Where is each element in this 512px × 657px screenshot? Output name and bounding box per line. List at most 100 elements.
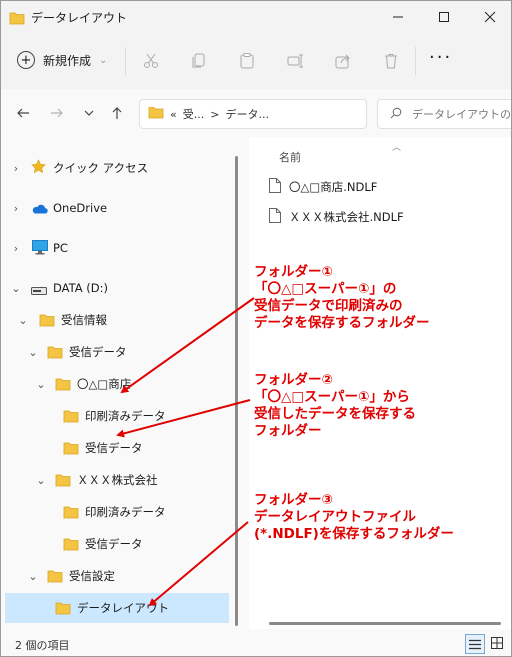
annotation-line: データレイアウトファイル bbox=[254, 509, 416, 525]
details-view-icon[interactable] bbox=[465, 634, 485, 654]
tree-label: データレイアウト bbox=[77, 601, 169, 615]
file-item[interactable]: ＸＸＸ株式会社.NDLF bbox=[269, 205, 404, 229]
more-options-icon[interactable]: ··· bbox=[429, 47, 452, 68]
annotation-folder-3: フォルダー③ データレイアウトファイル (*.NDLF)を保存するフォルダー bbox=[254, 492, 454, 543]
tree-label: 受信設定 bbox=[69, 569, 115, 583]
tree-item-selected-folder[interactable]: データレイアウト bbox=[5, 593, 229, 623]
content-scrollbar[interactable] bbox=[269, 622, 501, 625]
tree-label: 受信データ bbox=[85, 537, 143, 551]
breadcrumb-item[interactable]: 受... bbox=[183, 106, 205, 122]
folder-icon bbox=[55, 473, 71, 490]
file-icon bbox=[269, 178, 281, 196]
annotation-line: 受信したデータを保存する bbox=[254, 406, 416, 422]
chevron-down-icon[interactable]: ⌄ bbox=[27, 570, 39, 583]
up-arrow-icon[interactable] bbox=[107, 103, 127, 123]
tree-item-folder[interactable]: ⌄ ＸＸＸ株式会社 bbox=[1, 465, 229, 495]
nav-pane-scrollbar[interactable] bbox=[235, 156, 238, 626]
search-icon bbox=[390, 107, 402, 122]
tree-item-onedrive[interactable]: › OneDrive bbox=[1, 193, 229, 223]
annotation-line: フォルダー② bbox=[254, 372, 333, 388]
annotation-line: フォルダー③ bbox=[254, 492, 333, 508]
cloud-icon bbox=[31, 203, 48, 217]
tree-item-folder[interactable]: 受信データ bbox=[1, 529, 229, 559]
tree-item-quick-access[interactable]: › クイック アクセス bbox=[1, 153, 229, 183]
folder-icon bbox=[63, 537, 79, 554]
folder-icon bbox=[63, 409, 79, 426]
tree-item-data-drive[interactable]: ⌄ DATA (D:) bbox=[1, 273, 229, 303]
search-placeholder: データレイアウトの検索 bbox=[412, 108, 511, 121]
copy-icon[interactable] bbox=[187, 49, 211, 73]
breadcrumb-overflow[interactable]: « bbox=[170, 108, 177, 121]
back-arrow-icon[interactable] bbox=[13, 103, 33, 123]
chevron-down-icon[interactable]: ⌄ bbox=[35, 378, 47, 391]
chevron-down-icon[interactable]: ⌄ bbox=[10, 282, 22, 295]
delete-icon[interactable] bbox=[379, 49, 403, 73]
tree-item-folder[interactable]: 印刷済みデータ bbox=[1, 401, 229, 431]
tree-item-folder[interactable]: ⌄ 受信設定 bbox=[1, 561, 229, 591]
new-button[interactable]: + 新規作成 ⌄ bbox=[17, 47, 107, 73]
annotation-folder-1: フォルダー① 「〇△□スーパー①」の 受信データで印刷済みの データを保存するフ… bbox=[254, 264, 430, 332]
tiles-view-icon[interactable] bbox=[488, 634, 506, 652]
tree-item-folder[interactable]: ⌄ 受信情報 bbox=[1, 305, 229, 335]
star-icon bbox=[31, 159, 46, 177]
file-item[interactable]: 〇△□商店.NDLF bbox=[269, 175, 377, 199]
search-box[interactable]: データレイアウトの検索 bbox=[377, 99, 511, 129]
annotation-line: フォルダー① bbox=[254, 264, 333, 280]
divider bbox=[125, 47, 126, 75]
chevron-right-icon[interactable]: › bbox=[10, 202, 22, 215]
tree-label: OneDrive bbox=[53, 201, 108, 215]
maximize-button[interactable] bbox=[421, 1, 467, 33]
navigation-row: « 受... > データ... データレイアウトの検索 bbox=[1, 89, 511, 137]
folder-icon bbox=[55, 377, 71, 394]
column-header-name[interactable]: 名前 bbox=[279, 149, 301, 165]
window-title: データレイアウト bbox=[31, 11, 128, 25]
folder-icon bbox=[9, 10, 25, 29]
chevron-down-icon: ⌄ bbox=[99, 54, 108, 66]
annotation-line: 受信データで印刷済みの bbox=[254, 298, 403, 314]
file-icon bbox=[269, 208, 281, 226]
navigation-pane: › クイック アクセス › OneDrive › PC ⌄ DATA (D:) … bbox=[1, 137, 233, 629]
tree-label: PC bbox=[53, 241, 68, 255]
rename-icon[interactable] bbox=[283, 49, 307, 73]
address-bar[interactable]: « 受... > データ... bbox=[139, 99, 367, 129]
tree-label: DATA (D:) bbox=[53, 281, 108, 295]
chevron-down-icon[interactable]: ⌄ bbox=[17, 314, 29, 327]
tree-item-folder[interactable]: ⌄ 受信データ bbox=[1, 337, 229, 367]
chevron-down-icon[interactable]: ⌄ bbox=[35, 474, 47, 487]
annotation-line: (*.NDLF)を保存するフォルダー bbox=[254, 526, 454, 542]
status-bar: 2 個の項目 bbox=[1, 629, 511, 656]
chevron-right-icon[interactable]: › bbox=[10, 162, 22, 175]
tree-item-folder[interactable]: 印刷済みデータ bbox=[1, 497, 229, 527]
monitor-icon bbox=[32, 240, 48, 258]
tree-label: ＸＸＸ株式会社 bbox=[77, 473, 158, 487]
new-button-label: 新規作成 bbox=[43, 53, 92, 68]
share-icon[interactable] bbox=[331, 49, 355, 73]
tree-label: 受信情報 bbox=[61, 313, 107, 327]
folder-icon bbox=[148, 106, 164, 122]
breadcrumb-separator: > bbox=[210, 107, 220, 121]
folder-icon bbox=[55, 601, 71, 618]
tree-item-folder[interactable]: 受信データ bbox=[1, 433, 229, 463]
close-button[interactable] bbox=[467, 1, 511, 33]
paste-icon[interactable] bbox=[235, 49, 259, 73]
chevron-right-icon[interactable]: › bbox=[10, 242, 22, 255]
chevron-down-icon[interactable]: ⌄ bbox=[27, 346, 39, 359]
divider bbox=[415, 47, 416, 75]
command-bar: + 新規作成 ⌄ ··· bbox=[1, 33, 511, 90]
forward-arrow-icon[interactable] bbox=[47, 103, 67, 123]
folder-icon bbox=[39, 313, 55, 330]
tree-item-folder[interactable]: ⌄ 〇△□商店 bbox=[1, 369, 229, 399]
breadcrumb-item[interactable]: データ... bbox=[225, 106, 269, 122]
drive-icon bbox=[31, 284, 47, 298]
tree-label: クイック アクセス bbox=[53, 161, 149, 175]
tree-item-pc[interactable]: › PC bbox=[1, 233, 229, 263]
folder-icon bbox=[47, 569, 63, 586]
cut-icon[interactable] bbox=[139, 49, 163, 73]
tree-label: 印刷済みデータ bbox=[85, 505, 166, 519]
minimize-button[interactable] bbox=[375, 1, 421, 33]
annotation-line: フォルダー bbox=[254, 423, 322, 439]
recent-chevron-icon[interactable] bbox=[79, 103, 99, 123]
tree-label: 受信データ bbox=[69, 345, 127, 359]
sort-arrow-icon: ︿ bbox=[392, 143, 402, 153]
tree-label: 受信データ bbox=[85, 441, 143, 455]
